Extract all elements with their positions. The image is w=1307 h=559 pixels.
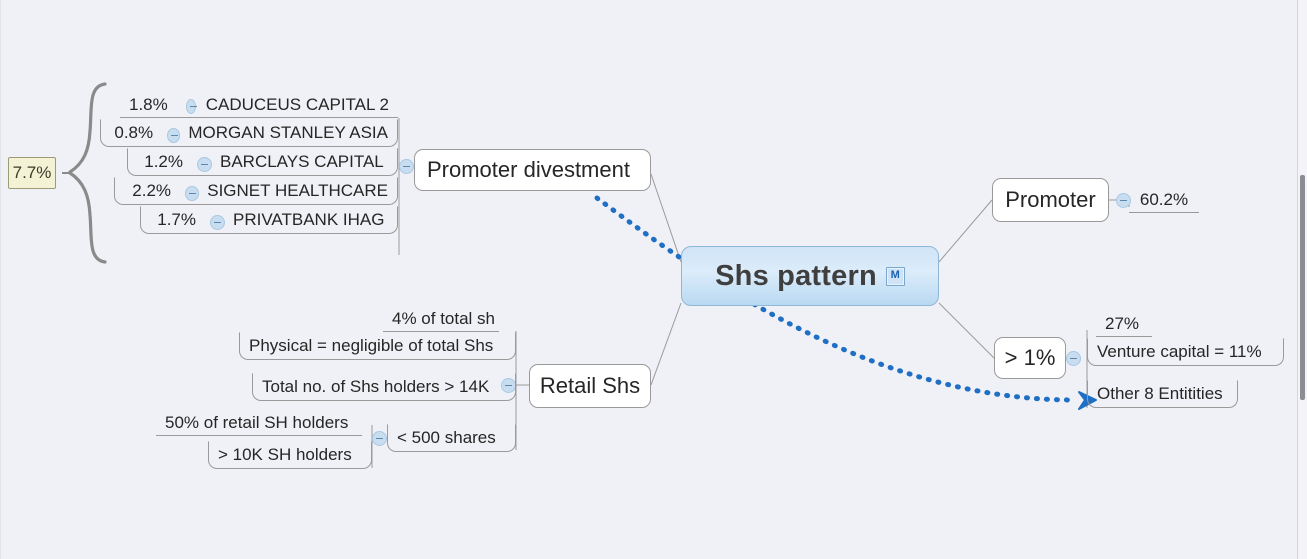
central-topic[interactable]: Shs pattern M: [681, 246, 939, 306]
topic-promoter-divestment-label: Promoter divestment: [427, 157, 630, 182]
collapse-toggle-divestment-0[interactable]: [185, 99, 197, 114]
subtopic-above-one-0[interactable]: 27%: [1096, 311, 1152, 337]
subtopic-divestment-0[interactable]: 1.8% CADUCEUS CAPITAL 2: [120, 92, 398, 118]
subtopic-divestment-3-percent: 2.2%: [132, 181, 172, 200]
subtopic-above-one-2[interactable]: Other 8 Entitities: [1087, 380, 1238, 408]
subtopic-retail-0[interactable]: 4% of total sh: [383, 306, 499, 332]
subtopic-divestment-1-percent: 0.8%: [114, 123, 154, 142]
vertical-scrollbar[interactable]: [1297, 0, 1307, 559]
subtopic-divestment-0-percent: 1.8%: [129, 94, 168, 114]
subtopic-divestment-2-percent: 1.2%: [144, 152, 183, 171]
connector-layer: [62, 82, 1130, 468]
canvas-left-rule: [0, 0, 1, 559]
group-brace: [68, 82, 107, 264]
map-marker-badge-icon[interactable]: M: [885, 266, 905, 286]
topic-promoter-divestment[interactable]: Promoter divestment: [414, 149, 651, 191]
subtopic-divestment-4[interactable]: 1.7% PRIVATBANK IHAG: [140, 206, 398, 234]
subtopic-less500-1[interactable]: > 10K SH holders: [208, 441, 372, 469]
vertical-scrollbar-thumb[interactable]: [1300, 175, 1305, 400]
collapse-toggle-divestment-3[interactable]: [185, 185, 200, 201]
subtopic-retail-3[interactable]: < 500 shares: [387, 424, 516, 452]
subtopic-retail-2[interactable]: Total no. of Shs holders > 14K: [252, 373, 516, 401]
subtopic-divestment-2-name: BARCLAYS CAPITAL: [220, 152, 384, 171]
topic-above-one-percent-label: > 1%: [1004, 345, 1056, 370]
collapse-toggle-divestment-2[interactable]: [197, 156, 212, 172]
topic-retail-shs[interactable]: Retail Shs: [529, 364, 651, 408]
topic-promoter[interactable]: Promoter: [992, 178, 1109, 222]
collapse-toggle-promoter-divestment[interactable]: [399, 159, 414, 174]
collapse-toggle-divestment-4[interactable]: [210, 214, 225, 230]
value-group-total-divestment[interactable]: 7.7%: [8, 157, 56, 189]
topic-above-one-percent[interactable]: > 1%: [994, 337, 1066, 379]
subtopic-less500-0[interactable]: 50% of retail SH holders: [156, 410, 362, 436]
collapse-toggle-divestment-1[interactable]: [167, 127, 181, 143]
central-topic-label: Shs pattern: [715, 259, 877, 292]
subtopic-divestment-3[interactable]: 2.2% SIGNET HEALTHCARE: [114, 177, 398, 205]
topic-retail-shs-label: Retail Shs: [539, 373, 641, 398]
subtopic-divestment-2[interactable]: 1.2% BARCLAYS CAPITAL: [127, 148, 398, 176]
subtopic-above-one-1[interactable]: Venture capital = 11%: [1087, 338, 1284, 366]
subtopic-retail-1[interactable]: Physical = negligible of total Shs: [239, 332, 516, 360]
subtopic-divestment-0-name: CADUCEUS CAPITAL 2: [205, 94, 389, 114]
subtopic-promoter-0[interactable]: 60.2%: [1129, 187, 1199, 213]
subtopic-divestment-1-name: MORGAN STANLEY ASIA: [188, 123, 388, 142]
subtopic-divestment-1[interactable]: 0.8% MORGAN STANLEY ASIA: [100, 119, 398, 147]
mindmap-canvas[interactable]: Shs pattern M Promoter divestment 7.7% 1…: [0, 0, 1307, 559]
collapse-toggle-above-one-percent[interactable]: [1066, 351, 1081, 366]
subtopic-divestment-4-name: PRIVATBANK IHAG: [233, 210, 385, 229]
topic-promoter-label: Promoter: [1005, 187, 1096, 212]
subtopic-divestment-3-name: SIGNET HEALTHCARE: [207, 181, 388, 200]
subtopic-divestment-4-percent: 1.7%: [157, 210, 196, 229]
collapse-toggle-less-than-500[interactable]: [372, 431, 387, 446]
